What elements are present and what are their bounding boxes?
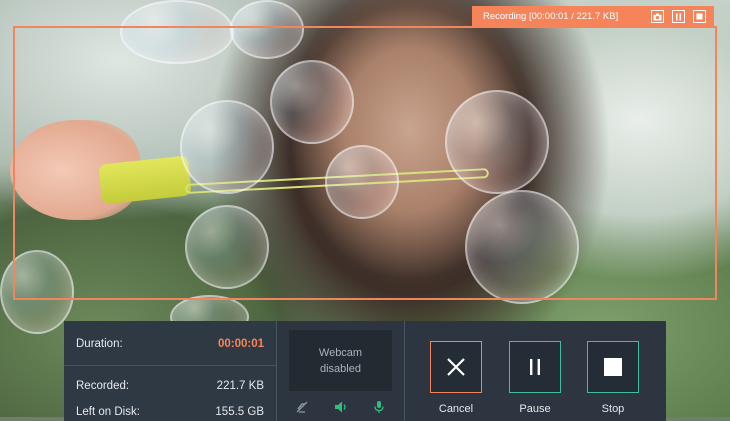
cancel-button[interactable] (430, 341, 482, 393)
stop-label: Stop (601, 403, 625, 415)
pause-recording-button[interactable] (672, 10, 685, 23)
pause-button[interactable] (509, 341, 561, 393)
duration-row: Duration: 00:00:01 (76, 338, 264, 350)
camera-icon (653, 13, 662, 20)
recorded-label: Recorded: (76, 380, 130, 392)
webcam-off-icon (296, 401, 308, 413)
recorded-row: Recorded: 221.7 KB (76, 380, 264, 392)
pause-icon (676, 13, 681, 20)
stats-divider (64, 365, 276, 366)
disk-row: Left on Disk: 155.5 GB (76, 406, 264, 418)
webcam-status-line1: Webcam (318, 346, 363, 359)
stop-icon (696, 13, 703, 20)
stop-button[interactable] (587, 341, 639, 393)
recording-toolbar: Recording [00:00:01 / 221.7 KB] (472, 6, 714, 27)
pause-label: Pause (519, 403, 551, 415)
disk-label: Left on Disk: (76, 406, 140, 418)
recording-stats: Duration: 00:00:01 Recorded: 221.7 KB Le… (64, 321, 277, 421)
webcam-toggle-button[interactable] (294, 399, 310, 415)
webcam-section: Webcam disabled (277, 321, 405, 421)
recording-status-text: Recording [00:00:01 / 221.7 KB] (483, 11, 619, 22)
recording-control-panel: Duration: 00:00:01 Recorded: 221.7 KB Le… (64, 321, 666, 421)
screenshot-button[interactable] (651, 10, 664, 23)
webcam-status-line2: disabled (320, 362, 361, 375)
recording-actions: Cancel Pause Stop (405, 321, 666, 421)
cancel-label: Cancel (438, 403, 474, 415)
close-icon (447, 358, 465, 376)
speaker-icon (334, 401, 346, 413)
duration-label: Duration: (76, 338, 123, 350)
stop-icon (604, 358, 622, 376)
pause-icon (530, 359, 540, 375)
stop-recording-button[interactable] (693, 10, 706, 23)
webcam-preview[interactable]: Webcam disabled (289, 330, 392, 391)
microphone-icon (374, 401, 384, 413)
microphone-toggle-button[interactable] (371, 399, 387, 415)
system-audio-toggle-button[interactable] (333, 399, 349, 415)
duration-value: 00:00:01 (217, 338, 264, 350)
device-toggles (289, 399, 392, 415)
recording-area-frame[interactable] (13, 26, 717, 300)
recorded-value: 221.7 KB (216, 380, 264, 392)
disk-value: 155.5 GB (215, 406, 264, 418)
